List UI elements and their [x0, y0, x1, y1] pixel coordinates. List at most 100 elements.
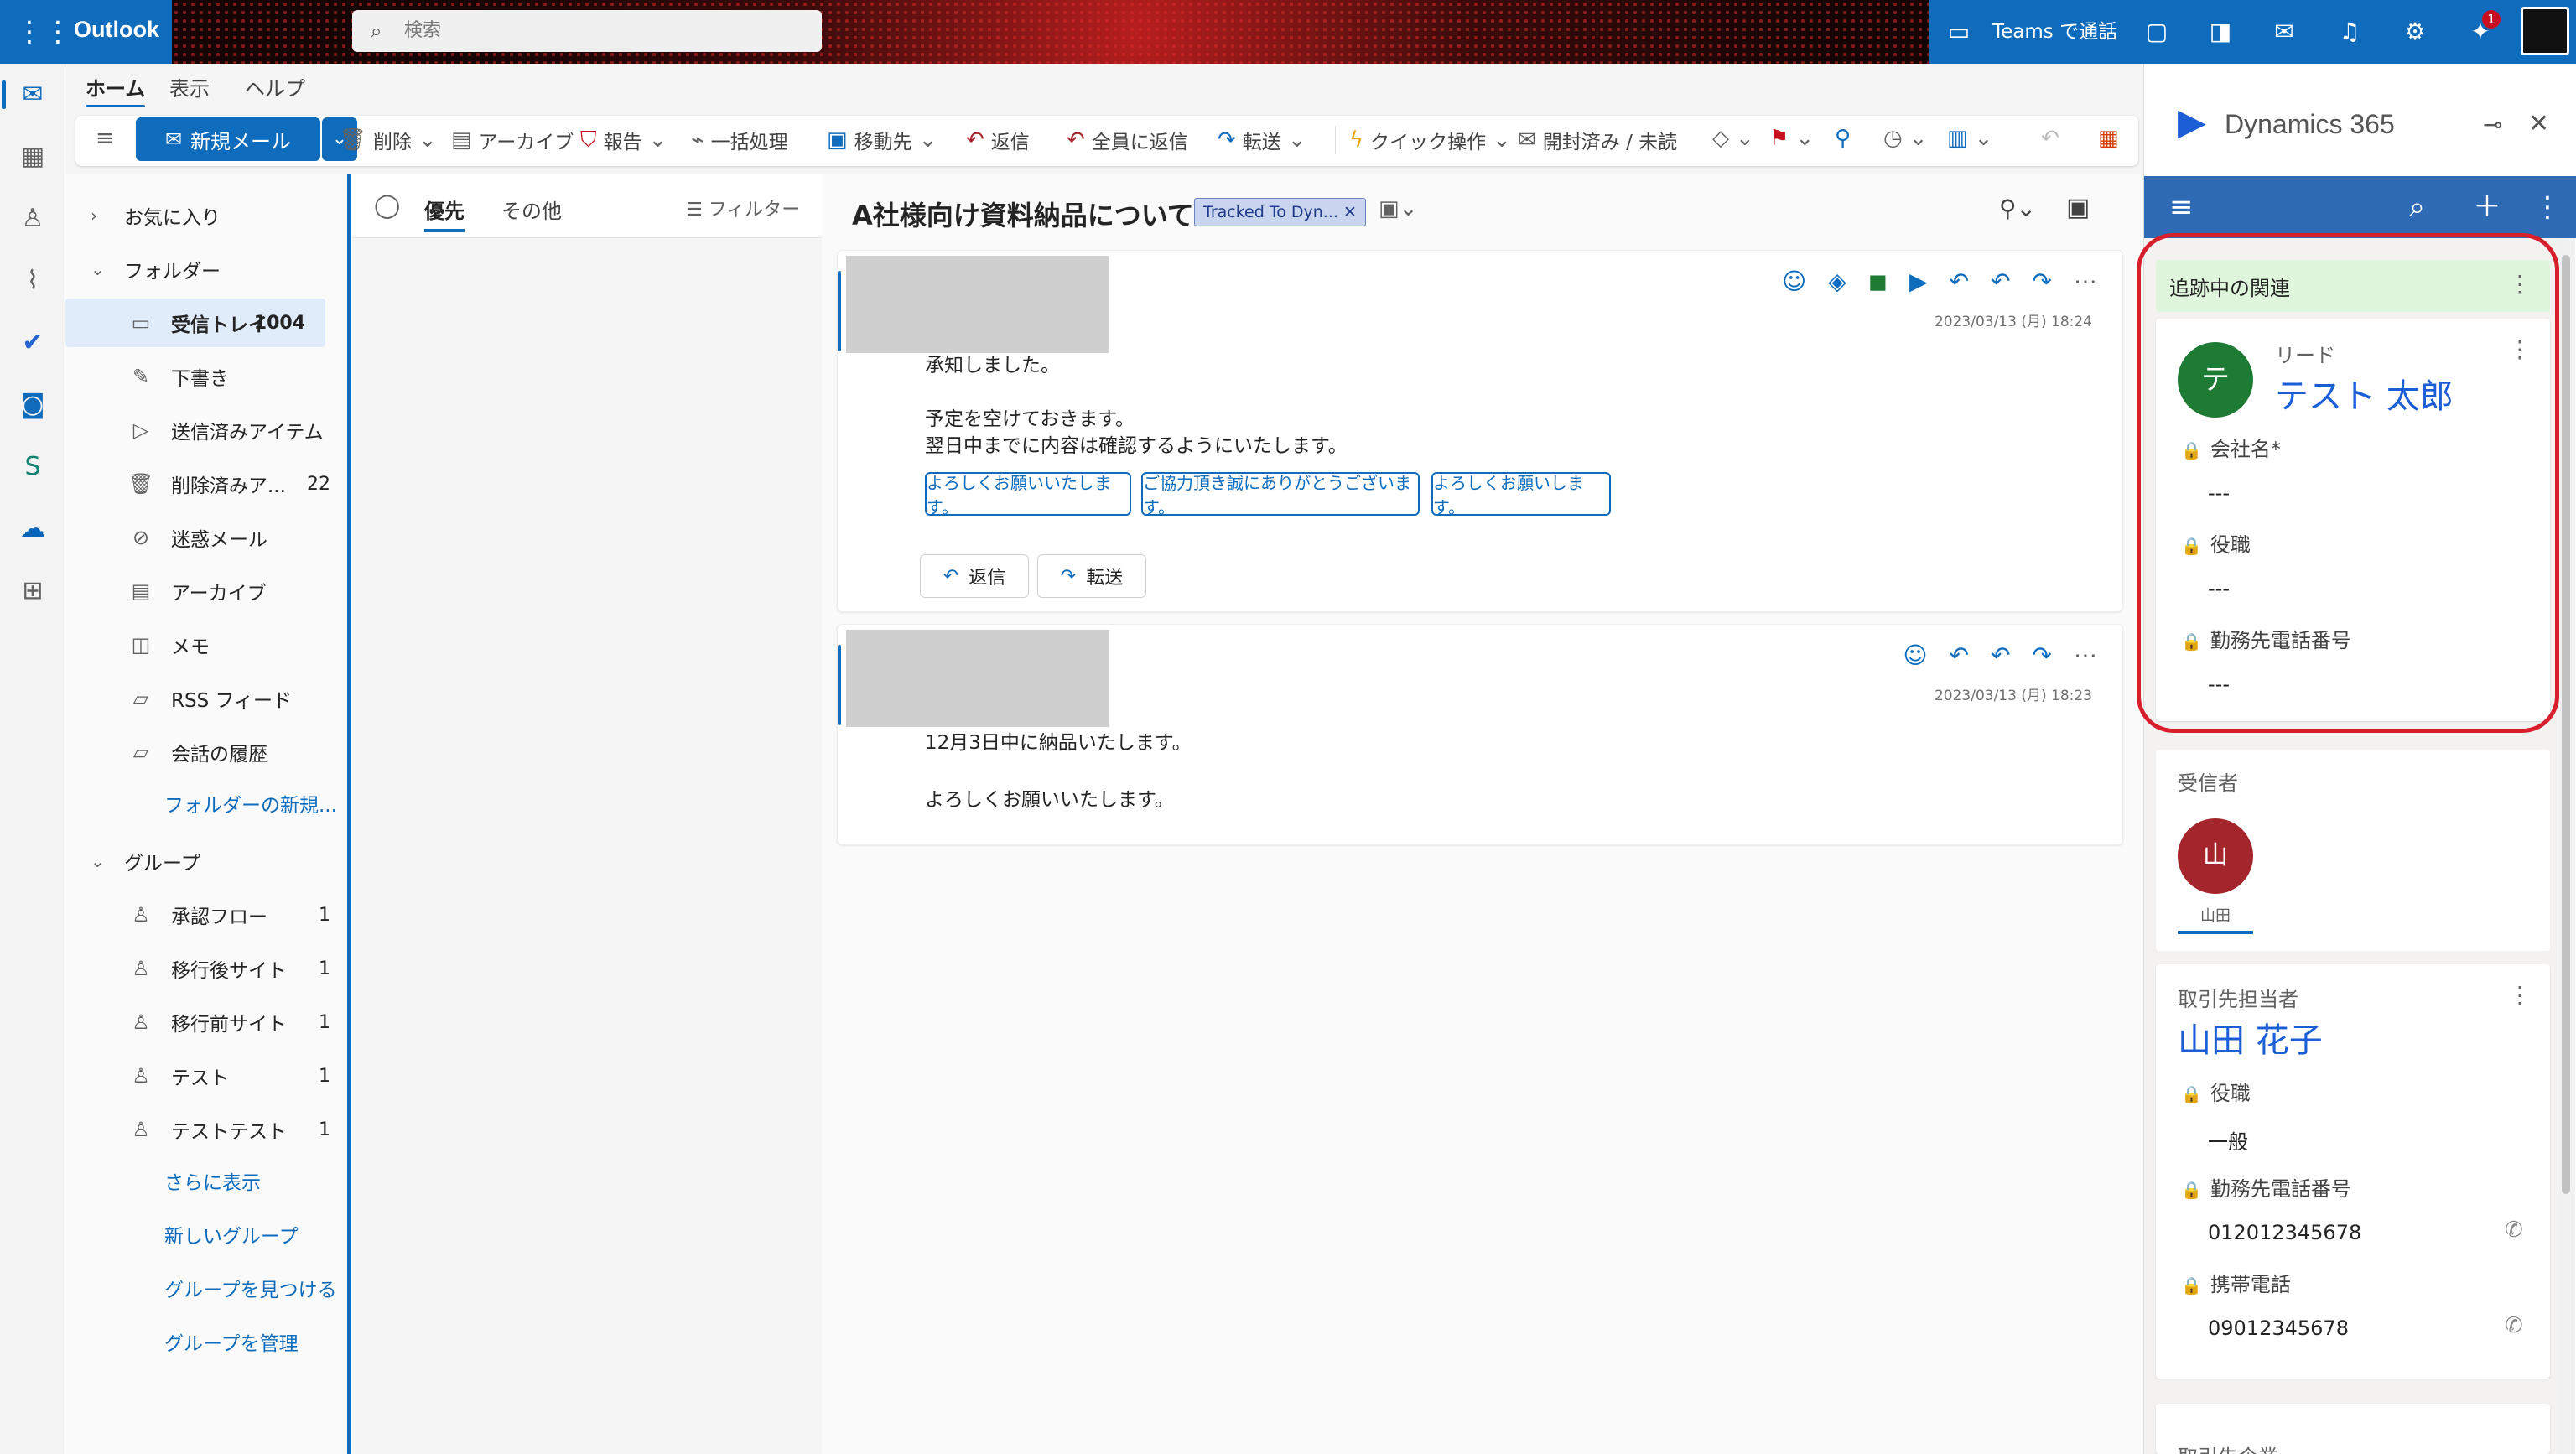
- app-name[interactable]: Outlook: [74, 17, 159, 43]
- message-card[interactable]: ☺ ↶ ↶ ↷ ⋯ 2023/03/13 (月) 18:23 12月3日中に納品…: [837, 624, 2123, 845]
- manage-groups-link[interactable]: グループを管理: [164, 1320, 299, 1368]
- group-item[interactable]: ♙ 移行前サイト 1: [65, 998, 351, 1046]
- attachment-icon[interactable]: ⌇: [10, 258, 55, 304]
- emoji-icon[interactable]: ☺: [1903, 641, 1927, 669]
- new-folder-link[interactable]: フォルダーの新規...: [164, 782, 337, 830]
- delete-button[interactable]: 🗑 削除 ⌄: [339, 126, 437, 154]
- folder-drafts[interactable]: ✎ 下書き: [65, 352, 351, 401]
- office-addin-button[interactable]: ▦: [2098, 126, 2119, 151]
- folder-deleted[interactable]: 🗑 削除済みア... 22: [65, 460, 351, 508]
- scrollbar-thumb[interactable]: [2562, 255, 2570, 1194]
- folder-pane-scrollbar[interactable]: [347, 174, 351, 1454]
- report-button[interactable]: ⛉ 報告 ⌄: [580, 126, 667, 154]
- suggested-reply-button[interactable]: よろしくお願いします。: [1431, 472, 1611, 517]
- flag-button[interactable]: ⚑ ⌄: [1769, 126, 1814, 151]
- pin-button[interactable]: ⚲: [1835, 126, 1851, 151]
- reply-button[interactable]: ↶ 返信: [966, 126, 1030, 154]
- tag-button[interactable]: ◇ ⌄: [1712, 126, 1754, 151]
- loop-icon[interactable]: ◈: [1828, 267, 1846, 295]
- folder-sent[interactable]: ▷ 送信済みアイテム: [65, 406, 351, 454]
- reply-all-icon[interactable]: ↶: [1991, 267, 2010, 295]
- tracked-tag[interactable]: Tracked To Dyn... ✕: [1194, 198, 1366, 226]
- message-card[interactable]: ☺ ◈ ◼ ▶ ↶ ↶ ↷ ⋯ 2023/03/13 (月) 18:24 承知し…: [837, 250, 2123, 612]
- dynamics-icon[interactable]: ▶: [1909, 267, 1928, 295]
- forward-button[interactable]: ↷ 転送: [1037, 554, 1146, 598]
- more-vertical-icon[interactable]: ⋮: [2508, 981, 2532, 1009]
- search-input[interactable]: ⌕ 検索: [352, 10, 822, 52]
- add-icon[interactable]: ＋: [2473, 190, 2501, 225]
- reply-icon[interactable]: ↶: [1950, 641, 1969, 669]
- read-unread-button[interactable]: ✉ 開封済み / 未読: [1518, 126, 1677, 154]
- dynamics-scrollbar[interactable]: [2558, 238, 2575, 1454]
- calendar-icon[interactable]: ▦: [10, 134, 55, 179]
- filter-button[interactable]: ☰ フィルター: [686, 195, 800, 221]
- new-group-link[interactable]: 新しいグループ: [164, 1213, 299, 1261]
- phone-icon[interactable]: ✆: [2505, 1313, 2523, 1338]
- outlook-icon[interactable]: ◙: [10, 382, 55, 428]
- search-icon[interactable]: ⌕: [2409, 190, 2425, 225]
- tag-options-icon[interactable]: ▣⌄: [1379, 196, 1417, 221]
- tab-help[interactable]: ヘルプ: [245, 72, 305, 101]
- suggested-reply-button[interactable]: ご協力頂き誠にありがとうございます。: [1141, 472, 1420, 517]
- discover-groups-link[interactable]: グループを見つける: [164, 1266, 337, 1315]
- folder-notes[interactable]: ◫ メモ: [65, 621, 351, 669]
- tab-other[interactable]: その他: [501, 195, 562, 224]
- reply-all-icon[interactable]: ↶: [1991, 641, 2010, 669]
- forward-icon[interactable]: ↷: [2033, 267, 2052, 295]
- more-vertical-icon[interactable]: ⋮: [2533, 190, 2562, 225]
- favorites-section[interactable]: › お気に入り: [91, 191, 342, 240]
- forward-icon[interactable]: ↷: [2033, 641, 2052, 669]
- show-more-link[interactable]: さらに表示: [164, 1159, 261, 1207]
- todo-icon[interactable]: ✔: [10, 320, 55, 366]
- tab-view[interactable]: 表示: [169, 72, 210, 101]
- contact-card[interactable]: 取引先担当者 山田 花子 ⋮ 🔒 役職 一般 🔒 勤務先電話番号 012012345…: [2156, 964, 2550, 1379]
- pin-icon[interactable]: ⊸: [2483, 111, 2502, 138]
- app-launcher-icon[interactable]: ⋮⋮: [15, 17, 72, 47]
- tab-home[interactable]: ホーム: [86, 72, 146, 108]
- chat-icon[interactable]: ▢: [2140, 17, 2174, 47]
- zoom-icon[interactable]: ⚲⌄: [1999, 195, 2036, 222]
- reading-view-icon[interactable]: ▣: [2066, 193, 2090, 222]
- phone-icon[interactable]: ✆: [2505, 1218, 2523, 1243]
- contact-name[interactable]: 山田 花子: [2178, 1013, 2323, 1062]
- undo-button[interactable]: ↶: [2041, 126, 2059, 151]
- close-icon[interactable]: ✕: [1343, 203, 1357, 221]
- group-item[interactable]: ♙ テストテスト 1: [65, 1105, 351, 1154]
- new-mail-button[interactable]: ✉ 新規メール: [136, 117, 320, 161]
- gear-icon[interactable]: ⚙: [2398, 17, 2432, 47]
- tab-focused[interactable]: 優先: [424, 195, 465, 232]
- recipient-name[interactable]: 山田: [2178, 904, 2253, 934]
- group-item[interactable]: ♙ テスト 1: [65, 1052, 351, 1100]
- suggested-reply-button[interactable]: よろしくお願いいたします。: [925, 472, 1131, 517]
- emoji-icon[interactable]: ☺: [1782, 267, 1806, 295]
- move-to-button[interactable]: ▣ 移動先 ⌄: [827, 126, 937, 154]
- group-item[interactable]: ♙ 移行後サイト 1: [65, 944, 351, 993]
- close-icon[interactable]: ✕: [2528, 109, 2549, 138]
- hamburger-icon[interactable]: ≡: [2169, 190, 2194, 225]
- teams-call-button[interactable]: Teams で通話: [1992, 17, 2117, 47]
- reply-icon[interactable]: ↶: [1950, 267, 1969, 295]
- people-icon[interactable]: ♙: [10, 196, 55, 241]
- sweep-button[interactable]: ⌁ 一括処理: [691, 126, 788, 154]
- rules-button[interactable]: ▥ ⌄: [1947, 126, 1992, 151]
- account-avatar[interactable]: [2521, 7, 2569, 55]
- onedrive-icon[interactable]: ☁: [10, 506, 55, 552]
- folder-inbox[interactable]: ▭ 受信トレイ 1004: [65, 299, 325, 347]
- forward-button[interactable]: ↷ 転送 ⌄: [1218, 126, 1306, 154]
- reply-all-button[interactable]: ↶ 全員に返信: [1067, 126, 1188, 154]
- group-item[interactable]: ♙ 承認フロー 1: [65, 891, 351, 939]
- bell-icon[interactable]: ♫: [2333, 17, 2366, 47]
- more-icon[interactable]: ⋯: [2074, 267, 2097, 295]
- archive-button[interactable]: ▤ アーカイブ: [451, 126, 574, 154]
- snooze-button[interactable]: ◷ ⌄: [1883, 126, 1927, 151]
- video-icon[interactable]: ▭: [1942, 17, 1976, 47]
- reply-button[interactable]: ↶ 返信: [920, 554, 1029, 598]
- folder-conversation-history[interactable]: ▱ 会話の履歴: [65, 728, 351, 776]
- more-icon[interactable]: ⋯: [2074, 641, 2097, 669]
- more-apps-icon[interactable]: ⊞: [10, 569, 55, 614]
- account-card[interactable]: 取引先企業: [2156, 1404, 2550, 1454]
- dynamics-tracked-icon[interactable]: ◼: [1868, 267, 1888, 295]
- folders-section[interactable]: ⌄ フォルダー: [91, 245, 342, 293]
- quick-steps-button[interactable]: ϟ クイック操作 ⌄: [1335, 126, 1511, 154]
- hamburger-icon[interactable]: ≡: [96, 126, 114, 151]
